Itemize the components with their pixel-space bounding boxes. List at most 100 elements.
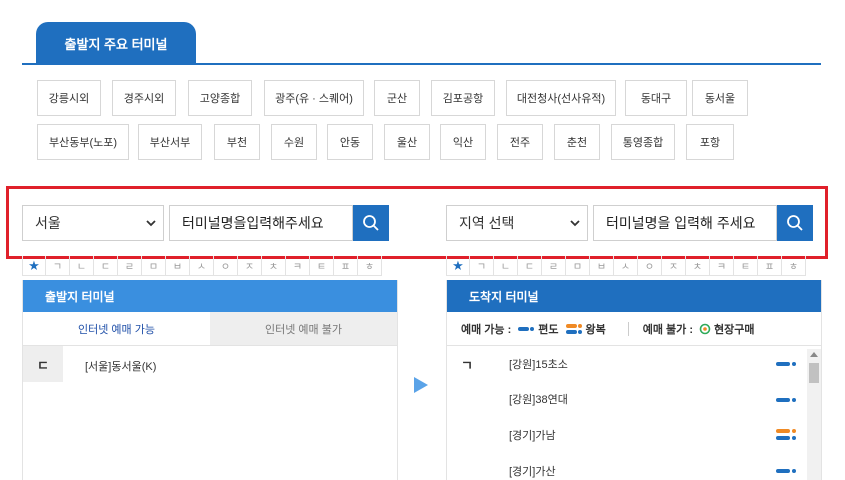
initial-key[interactable]: ㅁ [142,256,166,276]
favorites-star-icon[interactable]: ★ [446,256,470,276]
initial-key[interactable]: ㄴ [70,256,94,276]
roundtrip-icon [776,429,796,440]
roundtrip-icon [565,323,582,334]
initial-key[interactable]: ㅋ [286,256,310,276]
major-terminal-chip[interactable]: 울산 [384,124,430,160]
departure-subtabs: 인터넷 예매 가능 인터넷 예매 불가 [23,312,397,346]
initial-key[interactable]: ㄷ [94,256,118,276]
oneway-icon [776,362,796,366]
initial-key[interactable]: ㅅ [190,256,214,276]
arrival-terminal-list: ㄱ [강원]15초소 [강원]38연대 [경기]가남 [경기]가산 [447,346,821,480]
terminal-item[interactable]: [경기]가남 [509,427,556,443]
arrival-region-select[interactable]: 지역 선택 [446,205,588,241]
initial-key[interactable]: ㅇ [638,256,662,276]
legend-available-label: 예매 가능 : [461,323,512,336]
arrival-search-input[interactable] [593,205,777,241]
tab-internet-unavailable[interactable]: 인터넷 예매 불가 [210,312,397,346]
initial-key[interactable]: ㅎ [782,256,806,276]
chevron-down-icon [570,220,580,227]
major-terminal-chip[interactable]: 광주(유 · 스퀘어) [264,80,364,116]
major-terminal-chip[interactable]: 군산 [374,80,420,116]
major-terminal-chip[interactable]: 통영종합 [611,124,675,160]
booking-legend: 예매 가능 : 편도 왕복 예매 불가 : 현장구매 [447,312,821,346]
oneway-icon [776,469,796,473]
oneway-icon [518,326,535,331]
major-terminal-chip[interactable]: 동서울 [692,80,748,116]
terminal-item[interactable]: [서울]동서울(K) [85,358,156,374]
major-terminal-chip[interactable]: 부천 [214,124,260,160]
terminal-selection-page: 출발지 주요 터미널 강릉시외 경주시외 고양종합 광주(유 · 스퀘어) 군산 김포공항… [0,0,845,480]
departure-search-input[interactable] [169,205,353,241]
initial-key[interactable]: ㅊ [262,256,286,276]
initial-key[interactable]: ㅍ [334,256,358,276]
terminal-item[interactable]: [강원]38연대 [509,391,568,407]
legend-divider [627,321,629,336]
arrow-right-icon [414,377,428,393]
search-icon [787,215,803,231]
initial-key[interactable]: ㄴ [494,256,518,276]
major-terminal-chip[interactable]: 고양종합 [188,80,252,116]
major-terminal-chip[interactable]: 포항 [686,124,734,160]
favorites-star-icon[interactable]: ★ [22,256,46,276]
oneway-icon [776,398,796,402]
initial-key[interactable]: ㄱ [470,256,494,276]
major-terminal-chip[interactable]: 수원 [271,124,317,160]
legend-onsite-label: 현장구매 [714,323,755,336]
initial-key[interactable]: ㅍ [758,256,782,276]
arrival-initial-index: ★ ㄱㄴㄷㄹㅁㅂㅅㅇㅈㅊㅋㅌㅍㅎ [446,256,806,276]
departure-terminal-list: ㄷ [서울]동서울(K) [23,346,397,480]
search-icon [363,215,379,231]
departure-region-value: 서울 [35,215,61,231]
major-terminal-chip[interactable]: 부산서부 [138,124,202,160]
tab-internet-available[interactable]: 인터넷 예매 가능 [23,312,210,346]
major-terminal-chip[interactable]: 대전청사(선사유적) [506,80,616,116]
arrival-region-value: 지역 선택 [459,215,515,231]
departure-panel: 출발지 터미널 인터넷 예매 가능 인터넷 예매 불가 ㄷ [서울]동서울(K) [22,280,398,480]
major-terminal-chip[interactable]: 강릉시외 [37,80,101,116]
scroll-thumb[interactable] [809,363,819,383]
arrival-search-button[interactable] [777,205,813,241]
initial-key[interactable]: ㅁ [566,256,590,276]
initial-key[interactable]: ㄹ [542,256,566,276]
arrival-panel-title: 도착지 터미널 [447,280,821,312]
initial-key[interactable]: ㅈ [662,256,686,276]
scroll-up-icon[interactable] [810,352,818,357]
tab-divider [22,63,821,65]
major-terminal-chip[interactable]: 경주시외 [112,80,176,116]
terminal-item[interactable]: [강원]15초소 [509,356,568,372]
major-terminals-tab[interactable]: 출발지 주요 터미널 [36,22,196,64]
departure-region-select[interactable]: 서울 [22,205,164,241]
major-terminal-chip[interactable]: 익산 [440,124,486,160]
arrival-list-scrollbar[interactable] [807,349,821,480]
major-terminal-chip[interactable]: 부산동부(노포) [37,124,129,160]
initial-key[interactable]: ㅋ [710,256,734,276]
onsite-purchase-icon [699,323,711,334]
major-terminal-chip[interactable]: 김포공항 [431,80,495,116]
terminal-item[interactable]: [경기]가산 [509,463,556,479]
departure-initial-index: ★ ㄱㄴㄷㄹㅁㅂㅅㅇㅈㅊㅋㅌㅍㅎ [22,256,382,276]
initial-label: ㄷ [23,346,63,382]
major-terminal-chip[interactable]: 동대구 [625,80,687,116]
departure-search-button[interactable] [353,205,389,241]
major-terminal-chip[interactable]: 전주 [497,124,543,160]
major-terminal-chip[interactable]: 안동 [327,124,373,160]
legend-roundtrip-label: 왕복 [585,323,606,336]
departure-panel-title: 출발지 터미널 [23,280,397,312]
initial-key[interactable]: ㅌ [310,256,334,276]
initial-label: ㄱ [447,346,487,382]
initial-key[interactable]: ㅂ [166,256,190,276]
initial-key[interactable]: ㅂ [590,256,614,276]
initial-key[interactable]: ㄷ [518,256,542,276]
major-terminal-chip[interactable]: 춘천 [554,124,600,160]
initial-key[interactable]: ㅈ [238,256,262,276]
chevron-down-icon [146,220,156,227]
initial-key[interactable]: ㅌ [734,256,758,276]
legend-oneway-label: 편도 [538,323,559,336]
legend-unavailable-label: 예매 불가 : [642,323,694,336]
initial-key[interactable]: ㅎ [358,256,382,276]
initial-key[interactable]: ㄱ [46,256,70,276]
initial-key[interactable]: ㅅ [614,256,638,276]
initial-key[interactable]: ㅊ [686,256,710,276]
initial-key[interactable]: ㅇ [214,256,238,276]
initial-key[interactable]: ㄹ [118,256,142,276]
